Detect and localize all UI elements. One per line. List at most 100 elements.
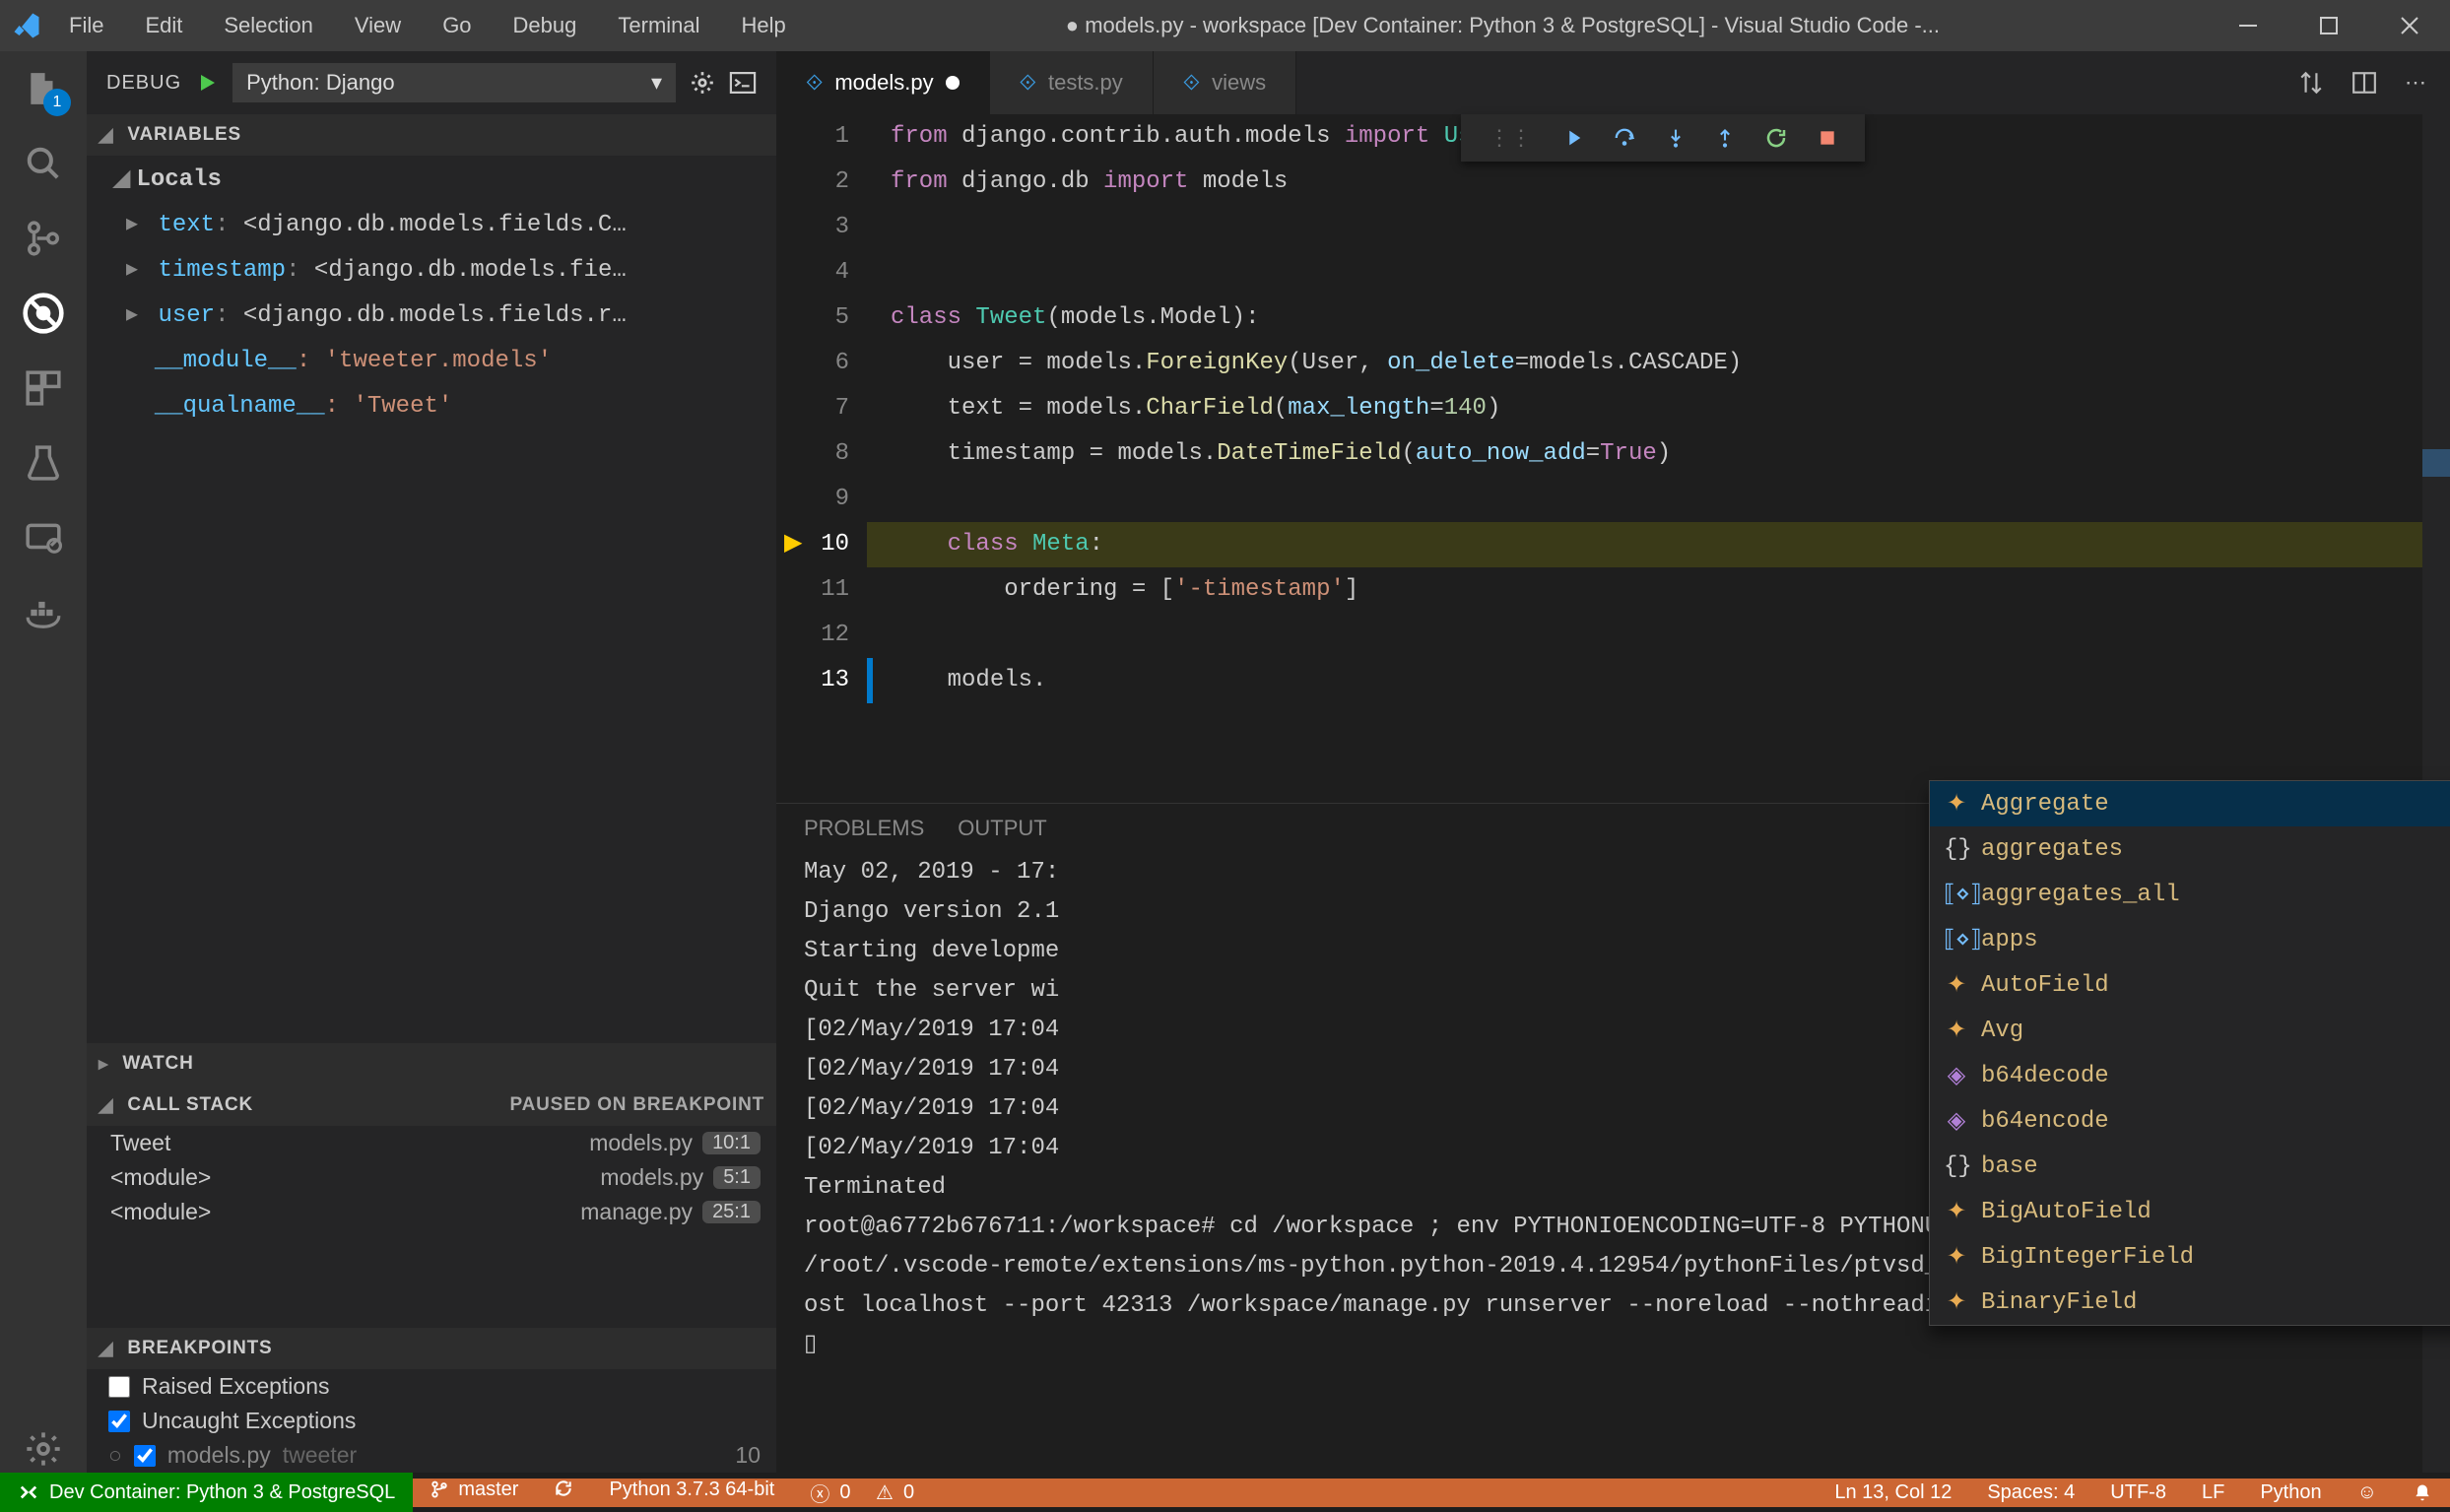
panel-tab-output[interactable]: OUTPUT <box>958 816 1046 841</box>
code-editor[interactable]: 1234 5678 9 10▶ 111213 from django.contr… <box>776 114 2450 803</box>
breakpoint-row[interactable]: Uncaught Exceptions <box>87 1404 776 1438</box>
watch-section: ▸WATCH <box>87 1043 776 1085</box>
suggest-item[interactable]: ◈b64encode <box>1930 1098 2450 1144</box>
step-over-icon[interactable] <box>1613 127 1636 149</box>
breakpoint-checkbox[interactable] <box>108 1411 130 1432</box>
continue-icon[interactable] <box>1561 127 1583 149</box>
menu-file[interactable]: File <box>57 9 115 42</box>
notifications-icon[interactable] <box>2395 1479 2450 1507</box>
step-out-icon[interactable] <box>1715 126 1735 150</box>
source-control-icon[interactable] <box>20 215 67 262</box>
suggest-item[interactable]: ✦BinaryField <box>1930 1280 2450 1325</box>
language-mode[interactable]: Python <box>2242 1479 2339 1507</box>
breakpoint-row[interactable]: Raised Exceptions <box>87 1369 776 1404</box>
indentation[interactable]: Spaces: 4 <box>1969 1479 2092 1507</box>
callstack-header[interactable]: ◢CALL STACKPAUSED ON BREAKPOINT <box>87 1085 776 1126</box>
variable-row[interactable]: ▸ timestamp: <django.db.models.fie… <box>112 248 776 294</box>
breakpoint-checkbox[interactable] <box>108 1376 130 1398</box>
eol[interactable]: LF <box>2184 1479 2242 1507</box>
debug-config-select[interactable]: Python: Django ▾ <box>232 63 676 102</box>
variable-row[interactable]: ▸ user: <django.db.models.fields.r… <box>112 294 776 339</box>
suggest-item[interactable]: ✦BigAutoField <box>1930 1189 2450 1234</box>
more-icon[interactable]: ⋯ <box>2405 70 2426 96</box>
debug-console-icon[interactable] <box>729 72 757 94</box>
gear-icon[interactable] <box>690 70 715 96</box>
debug-icon[interactable] <box>20 290 67 337</box>
extensions-icon[interactable] <box>20 364 67 412</box>
variable-row[interactable]: __qualname__: 'Tweet' <box>112 384 776 429</box>
close-button[interactable] <box>2369 0 2450 51</box>
feedback-icon[interactable]: ☺ <box>2340 1479 2395 1507</box>
suggest-kind-icon: ✦ <box>1944 789 1969 819</box>
suggest-kind-icon: ✦ <box>1944 1287 1969 1317</box>
gutter[interactable]: 1234 5678 9 10▶ 111213 <box>776 114 867 803</box>
remote-indicator[interactable]: Dev Container: Python 3 & PostgreSQL <box>0 1473 413 1512</box>
explorer-icon[interactable]: 1 <box>20 65 67 112</box>
sync-button[interactable] <box>536 1479 591 1498</box>
suggest-widget[interactable]: ✦Aggregateⓘ{}aggregates⟦⋄⟧aggregates_all… <box>1929 780 2450 1326</box>
remote-explorer-icon[interactable] <box>20 514 67 561</box>
python-file-icon: ⟐ <box>806 70 823 96</box>
debug-floating-toolbar[interactable]: ⋮⋮ <box>1461 114 1865 162</box>
tab-tests[interactable]: ⟐ tests.py <box>990 51 1154 114</box>
suggest-item[interactable]: ✦Aggregateⓘ <box>1930 781 2450 826</box>
tab-models[interactable]: ⟐ models.py <box>776 51 990 114</box>
suggest-item[interactable]: ⟦⋄⟧aggregates_all <box>1930 872 2450 917</box>
breakpoint-checkbox[interactable] <box>134 1445 156 1467</box>
debug-sidebar: DEBUG Python: Django ▾ ◢VARIABLES ◢Local… <box>87 51 776 1473</box>
panel-tab-problems[interactable]: PROBLEMS <box>804 816 924 841</box>
suggest-kind-icon: ✦ <box>1944 970 1969 1000</box>
menu-go[interactable]: Go <box>430 9 483 42</box>
suggest-item[interactable]: {}base <box>1930 1144 2450 1189</box>
breakpoint-file-row[interactable]: ○ models.py tweeter 10 <box>87 1438 776 1473</box>
encoding[interactable]: UTF-8 <box>2092 1479 2184 1507</box>
suggest-item[interactable]: ◈b64decode <box>1930 1053 2450 1098</box>
stop-icon[interactable] <box>1818 128 1837 148</box>
search-icon[interactable] <box>20 140 67 187</box>
start-debug-icon[interactable] <box>195 71 219 95</box>
restart-icon[interactable] <box>1764 126 1788 150</box>
problems-indicator[interactable]: ⓧ0 ⚠0 <box>792 1479 932 1507</box>
test-icon[interactable] <box>20 439 67 487</box>
variable-row[interactable]: ▸ text: <django.db.models.fields.C… <box>112 203 776 248</box>
docker-icon[interactable] <box>20 589 67 636</box>
suggest-item[interactable]: ✦BigIntegerField <box>1930 1234 2450 1280</box>
debug-toolbar: DEBUG Python: Django ▾ <box>87 51 776 114</box>
editor-actions: ⋯ <box>2298 51 2450 114</box>
suggest-item[interactable]: {}aggregates <box>1930 826 2450 872</box>
callstack-row[interactable]: <module>manage.py25:1 <box>87 1195 776 1229</box>
settings-icon[interactable] <box>20 1425 67 1473</box>
breakpoints-header[interactable]: ◢BREAKPOINTS <box>87 1328 776 1369</box>
menu-debug[interactable]: Debug <box>501 9 589 42</box>
tab-views[interactable]: ⟐ views <box>1154 51 1296 114</box>
suggest-kind-icon: {} <box>1944 836 1969 863</box>
maximize-button[interactable] <box>2288 0 2369 51</box>
variables-section: ◢VARIABLES ◢Locals ▸ text: <django.db.mo… <box>87 114 776 439</box>
code-content[interactable]: from django.contrib.auth.models import U… <box>867 114 2450 803</box>
callstack-row[interactable]: <module>models.py5:1 <box>87 1160 776 1195</box>
menu-selection[interactable]: Selection <box>212 9 325 42</box>
locals-header[interactable]: Locals <box>136 166 221 193</box>
git-branch[interactable]: master <box>413 1479 536 1501</box>
step-into-icon[interactable] <box>1666 126 1686 150</box>
menu-edit[interactable]: Edit <box>133 9 194 42</box>
editor-area: ⟐ models.py ⟐ tests.py ⟐ views ⋯ ⋮⋮ <box>776 51 2450 1473</box>
minimize-button[interactable] <box>2208 0 2288 51</box>
suggest-item[interactable]: ✦Avg <box>1930 1008 2450 1053</box>
cursor-position[interactable]: Ln 13, Col 12 <box>1817 1479 1969 1507</box>
menu-help[interactable]: Help <box>730 9 798 42</box>
compare-icon[interactable] <box>2298 70 2324 96</box>
suggest-kind-icon: ⟦⋄⟧ <box>1944 880 1969 909</box>
split-editor-icon[interactable] <box>2351 70 2377 96</box>
suggest-item[interactable]: ✦AutoField <box>1930 962 2450 1008</box>
variables-header[interactable]: ◢VARIABLES <box>87 114 776 156</box>
menu-view[interactable]: View <box>343 9 413 42</box>
python-interpreter[interactable]: Python 3.7.3 64-bit <box>591 1479 792 1501</box>
watch-header[interactable]: ▸WATCH <box>87 1043 776 1085</box>
callstack-row[interactable]: Tweetmodels.py10:1 <box>87 1126 776 1160</box>
suggest-item[interactable]: ⟦⋄⟧apps <box>1930 917 2450 962</box>
suggest-kind-icon: ✦ <box>1944 1242 1969 1272</box>
menu-terminal[interactable]: Terminal <box>606 9 711 42</box>
variable-row[interactable]: __module__: 'tweeter.models' <box>112 339 776 384</box>
drag-handle-icon[interactable]: ⋮⋮ <box>1489 125 1532 151</box>
